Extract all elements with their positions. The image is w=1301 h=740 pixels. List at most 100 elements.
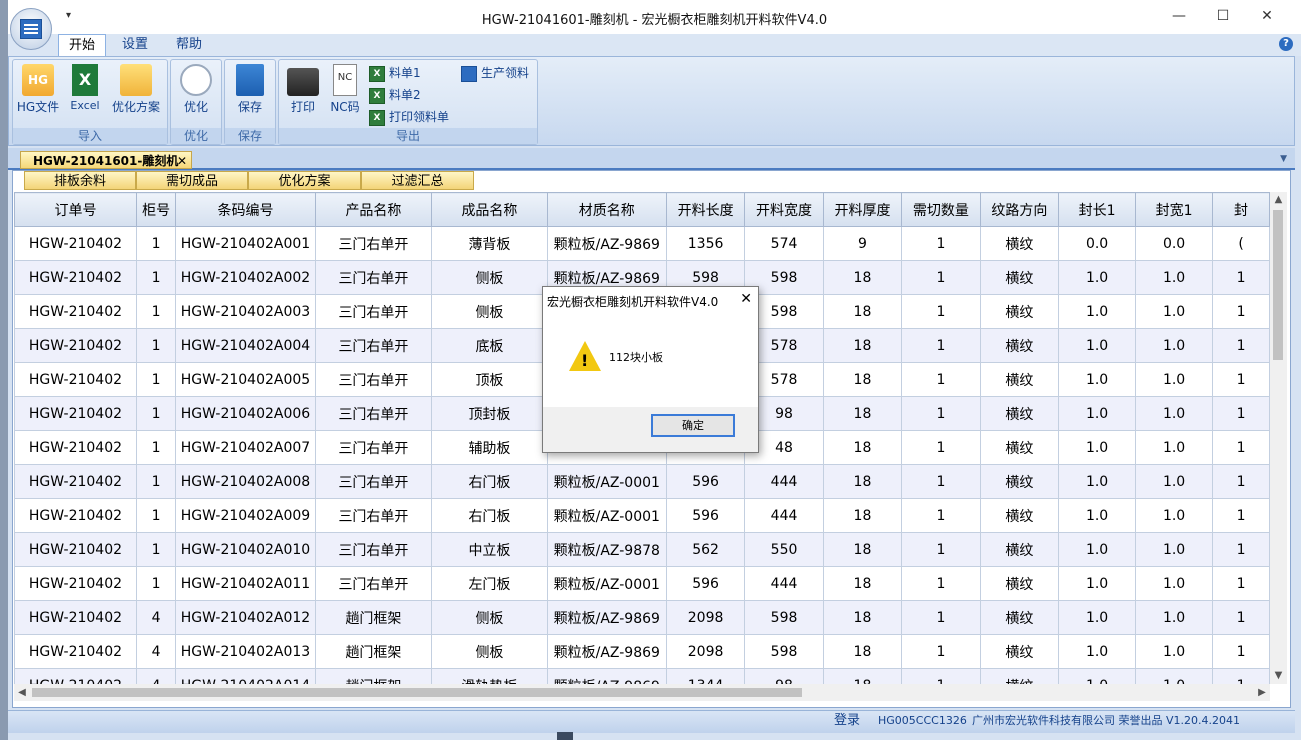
column-header[interactable]: 纹路方向 bbox=[979, 192, 1060, 227]
table-cell[interactable]: 横纹 bbox=[979, 668, 1060, 684]
table-cell[interactable]: 1 bbox=[901, 294, 981, 329]
table-cell[interactable]: HGW-210402A003 bbox=[175, 294, 316, 329]
document-tab-close-icon[interactable]: ✕ bbox=[177, 152, 187, 170]
table-cell[interactable]: 三门右单开 bbox=[314, 294, 433, 329]
table-cell[interactable]: 滑轨垫板 bbox=[431, 668, 548, 684]
table-cell[interactable]: 0.0 bbox=[1135, 226, 1214, 261]
table-cell[interactable]: 18 bbox=[822, 396, 903, 431]
optimize-plan-button[interactable]: 优化方案 bbox=[107, 64, 165, 115]
table-cell[interactable]: 1344 bbox=[665, 668, 746, 684]
table-cell[interactable]: 1.0 bbox=[1135, 396, 1214, 431]
table-cell[interactable]: 1 bbox=[1212, 668, 1270, 684]
table-cell[interactable]: 三门右单开 bbox=[314, 396, 433, 431]
table-cell[interactable]: 1 bbox=[1212, 396, 1270, 431]
table-cell[interactable]: 596 bbox=[665, 464, 746, 499]
table-cell[interactable]: 1.0 bbox=[1058, 396, 1137, 431]
table-cell[interactable]: 562 bbox=[665, 532, 746, 567]
table-cell[interactable]: 横纹 bbox=[979, 260, 1060, 295]
login-link[interactable]: 登录 bbox=[834, 713, 860, 729]
table-cell[interactable]: 574 bbox=[744, 226, 824, 261]
subtab-plan[interactable]: 优化方案 bbox=[248, 171, 361, 190]
table-cell[interactable]: 1 bbox=[135, 328, 177, 363]
table-cell[interactable]: 1.0 bbox=[1058, 328, 1137, 363]
table-cell[interactable]: HGW-210402 bbox=[14, 430, 137, 465]
table-cell[interactable]: 1.0 bbox=[1135, 464, 1214, 499]
table-cell[interactable]: 1 bbox=[135, 294, 177, 329]
table-cell[interactable]: HGW-210402 bbox=[14, 498, 137, 533]
table-cell[interactable]: 三门右单开 bbox=[314, 532, 433, 567]
table-cell[interactable]: 颗粒板/AZ-0001 bbox=[546, 464, 667, 499]
table-cell[interactable]: HGW-210402 bbox=[14, 600, 137, 635]
table-cell[interactable]: 1.0 bbox=[1058, 362, 1137, 397]
table-cell[interactable]: 1 bbox=[135, 226, 177, 261]
production-pick-button[interactable]: 生产领料 bbox=[461, 64, 529, 82]
table-cell[interactable]: 1356 bbox=[665, 226, 746, 261]
table-cell[interactable]: 598 bbox=[744, 634, 824, 669]
table-cell[interactable]: 1.0 bbox=[1058, 634, 1137, 669]
table-cell[interactable]: 1 bbox=[1212, 294, 1270, 329]
table-cell[interactable]: 趟门框架 bbox=[314, 668, 433, 684]
scroll-down-icon[interactable]: ▼ bbox=[1270, 668, 1287, 684]
subtab-products[interactable]: 需切成品 bbox=[136, 171, 248, 190]
dialog-close-button[interactable]: ✕ bbox=[740, 291, 752, 307]
table-cell[interactable]: HGW-210402A002 bbox=[175, 260, 316, 295]
table-cell[interactable]: 横纹 bbox=[979, 328, 1060, 363]
tab-start[interactable]: 开始 bbox=[58, 34, 106, 57]
table-cell[interactable]: HGW-210402A001 bbox=[175, 226, 316, 261]
table-cell[interactable]: 1.0 bbox=[1058, 532, 1137, 567]
table-cell[interactable]: ( bbox=[1212, 226, 1270, 261]
table-cell[interactable]: 横纹 bbox=[979, 226, 1060, 261]
table-cell[interactable]: 1 bbox=[901, 464, 981, 499]
table-cell[interactable]: 1 bbox=[1212, 430, 1270, 465]
table-cell[interactable]: HGW-210402A007 bbox=[175, 430, 316, 465]
table-cell[interactable]: 18 bbox=[822, 328, 903, 363]
table-cell[interactable]: 颗粒板/AZ-0001 bbox=[546, 566, 667, 601]
table-cell[interactable]: 1 bbox=[901, 226, 981, 261]
table-cell[interactable]: HGW-210402A013 bbox=[175, 634, 316, 669]
table-cell[interactable]: 三门右单开 bbox=[314, 566, 433, 601]
table-row[interactable]: HGW-210402 1 HGW-210402A009 三门右单开 右门板 颗粒板/AZ-… bbox=[14, 498, 1270, 533]
table-cell[interactable]: 薄背板 bbox=[431, 226, 548, 261]
table-cell[interactable]: 侧板 bbox=[431, 294, 548, 329]
column-header[interactable]: 成品名称 bbox=[431, 192, 548, 227]
table-cell[interactable]: 三门右单开 bbox=[314, 464, 433, 499]
table-cell[interactable]: 1.0 bbox=[1058, 668, 1137, 684]
table-row[interactable]: HGW-2104024HGW-210402A014趟门框架滑轨垫板颗粒板/AZ-… bbox=[14, 668, 1270, 684]
table-cell[interactable]: 1 bbox=[901, 328, 981, 363]
table-cell[interactable]: 颗粒板/AZ-9869 bbox=[546, 668, 667, 684]
table-cell[interactable]: 横纹 bbox=[979, 464, 1060, 499]
table-cell[interactable]: 横纹 bbox=[979, 294, 1060, 329]
table-cell[interactable]: 左门板 bbox=[431, 566, 548, 601]
table-cell[interactable]: 辅助板 bbox=[431, 430, 548, 465]
optimize-button[interactable]: 优化 bbox=[175, 64, 217, 115]
column-header[interactable]: 封宽1 bbox=[1135, 192, 1214, 227]
table-cell[interactable]: 1.0 bbox=[1058, 430, 1137, 465]
table-cell[interactable]: 1.0 bbox=[1135, 634, 1214, 669]
table-cell[interactable]: 550 bbox=[744, 532, 824, 567]
table-cell[interactable]: 18 bbox=[822, 464, 903, 499]
table-cell[interactable]: HGW-210402A004 bbox=[175, 328, 316, 363]
horizontal-scroll-thumb[interactable] bbox=[32, 688, 802, 697]
table-cell[interactable]: 颗粒板/AZ-9878 bbox=[546, 532, 667, 567]
tab-list-dropdown-icon[interactable]: ▼ bbox=[1280, 154, 1287, 164]
table-cell[interactable]: 1.0 bbox=[1058, 600, 1137, 635]
table-cell[interactable]: 1.0 bbox=[1058, 294, 1137, 329]
table-cell[interactable]: 1 bbox=[901, 600, 981, 635]
table-cell[interactable]: 1.0 bbox=[1135, 498, 1214, 533]
table-cell[interactable]: 1 bbox=[135, 532, 177, 567]
table-cell[interactable]: 1.0 bbox=[1135, 328, 1214, 363]
table-cell[interactable]: 横纹 bbox=[979, 566, 1060, 601]
table-cell[interactable]: HGW-210402 bbox=[14, 464, 137, 499]
table-cell[interactable]: 底板 bbox=[431, 328, 548, 363]
table-cell[interactable]: 横纹 bbox=[979, 600, 1060, 635]
table-cell[interactable]: 18 bbox=[822, 566, 903, 601]
table-cell[interactable]: 1.0 bbox=[1135, 294, 1214, 329]
table-cell[interactable]: 1.0 bbox=[1058, 566, 1137, 601]
document-tab[interactable]: HGW-21041601-雕刻机 ✕ bbox=[20, 151, 192, 169]
table-row[interactable]: HGW-210402 4 HGW-210402A012 趟门框架 侧板 颗粒板/AZ-98… bbox=[14, 600, 1270, 635]
minimize-button[interactable]: — bbox=[1157, 4, 1201, 28]
table-cell[interactable]: 444 bbox=[744, 464, 824, 499]
table-cell[interactable]: 1 bbox=[901, 566, 981, 601]
table-cell[interactable]: 1 bbox=[901, 532, 981, 567]
table-cell[interactable]: HGW-210402A005 bbox=[175, 362, 316, 397]
